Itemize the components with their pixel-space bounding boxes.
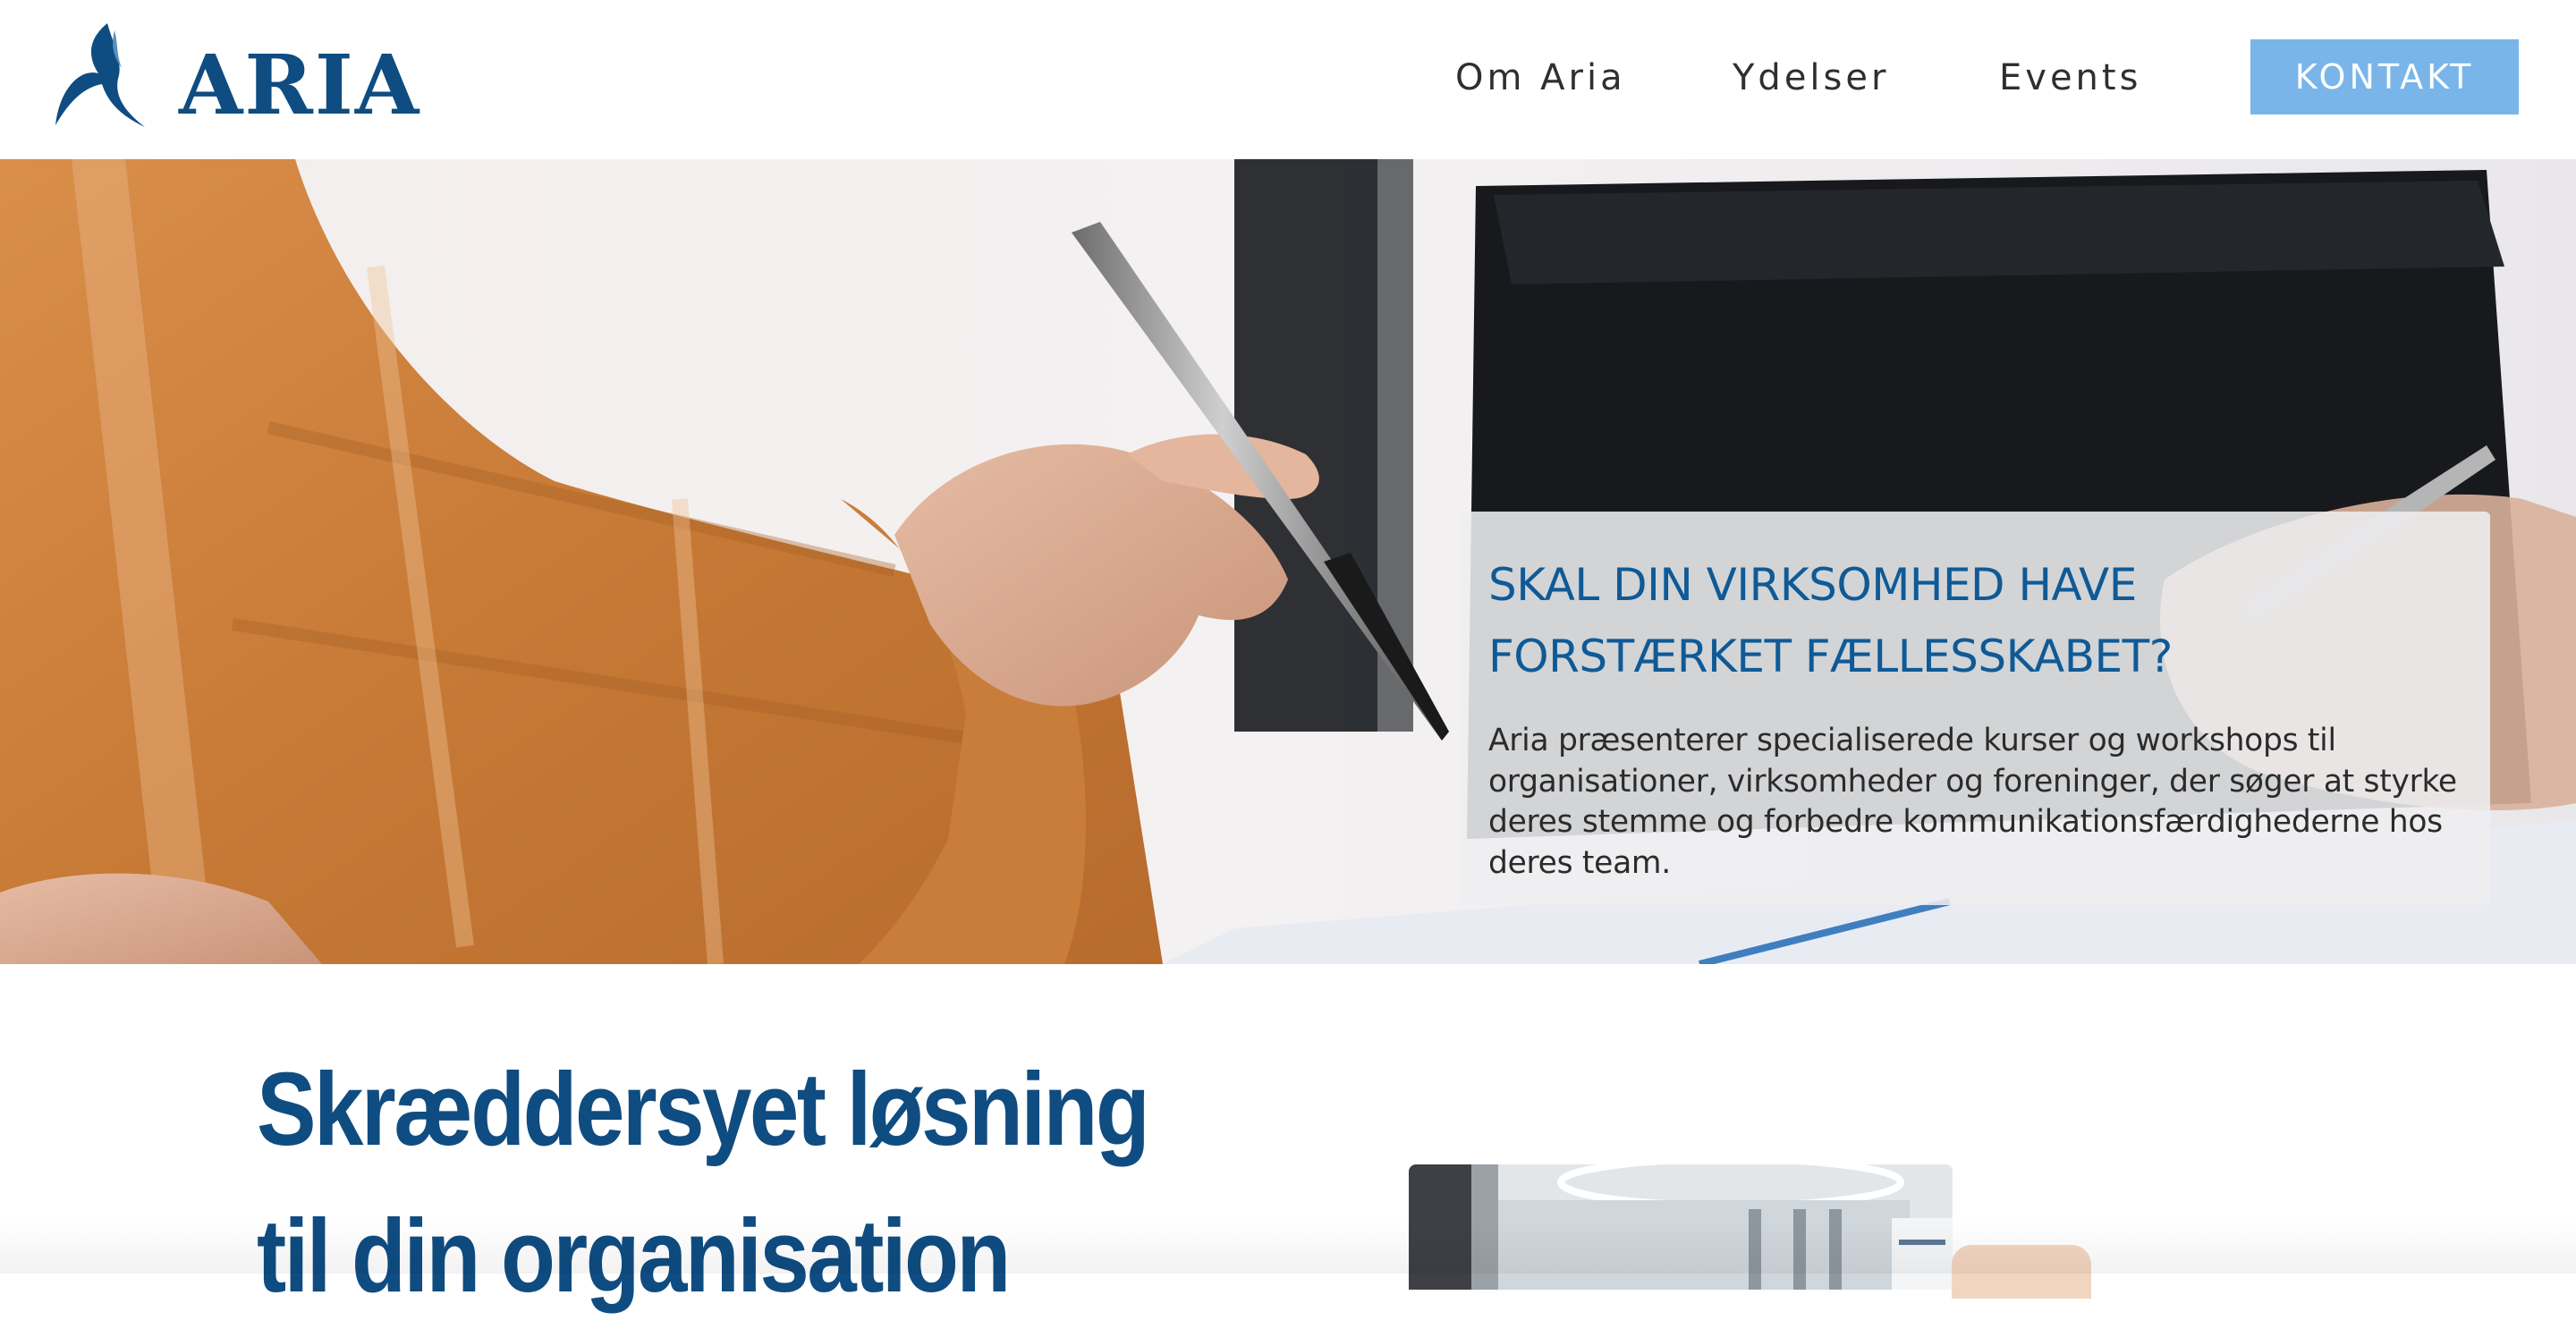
hero-section: SKAL DIN VIRKSOMHED HAVE FORSTÆRKET FÆLL… bbox=[0, 159, 2576, 964]
hero-info-card: SKAL DIN VIRKSOMHED HAVE FORSTÆRKET FÆLL… bbox=[1460, 512, 2490, 905]
section-heading: Skræddersyet løsning til din organisatio… bbox=[257, 1051, 1150, 1314]
site-header: ARIA Om Aria Ydelser Events KONTAKT bbox=[0, 0, 2576, 159]
kontakt-button[interactable]: KONTAKT bbox=[2250, 39, 2519, 114]
decorative-peach-shape bbox=[1952, 1245, 2091, 1299]
aria-logo-icon bbox=[55, 23, 145, 127]
hero-title-line-1: SKAL DIN VIRKSOMHED HAVE bbox=[1488, 559, 2137, 611]
nav-events[interactable]: Events bbox=[1999, 57, 2141, 98]
hero-title-line-2: FORSTÆRKET FÆLLESSKABET? bbox=[1488, 631, 2173, 682]
logo-link[interactable]: ARIA bbox=[52, 21, 420, 131]
office-photo bbox=[1409, 1164, 1953, 1290]
office-photo-image bbox=[1409, 1164, 1953, 1290]
logo-wordmark: ARIA bbox=[179, 37, 421, 133]
hero-title: SKAL DIN VIRKSOMHED HAVE FORSTÆRKET FÆLL… bbox=[1488, 549, 2463, 692]
hero-description: Aria præsenterer specialiserede kurser o… bbox=[1488, 723, 2457, 881]
nav-ydelser[interactable]: Ydelser bbox=[1733, 57, 1889, 98]
nav-om-aria[interactable]: Om Aria bbox=[1455, 57, 1626, 98]
